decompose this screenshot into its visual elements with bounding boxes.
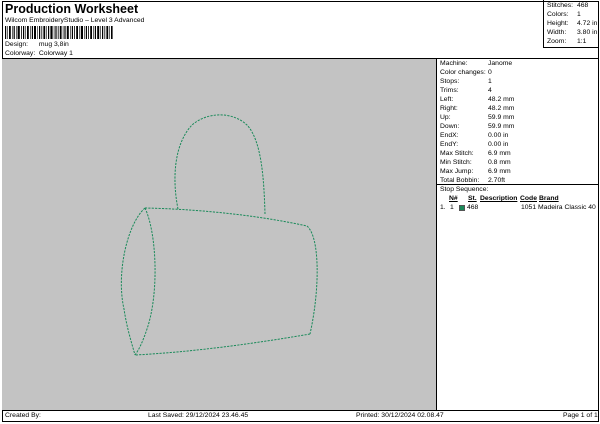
thread-color-swatch xyxy=(459,205,465,211)
info-row: EndX: 0.00 in xyxy=(440,132,508,139)
info-label: EndX: xyxy=(440,132,459,139)
sequence-divider xyxy=(437,184,599,185)
info-label: Trims: xyxy=(440,87,459,94)
col-st: St. xyxy=(468,195,477,202)
mug-opening-inner xyxy=(134,207,156,356)
info-row: Machine: Janome xyxy=(440,60,512,67)
info-label: Max Jump: xyxy=(440,168,474,175)
seq-row-number: 1. xyxy=(440,204,446,211)
seq-row-brand: Madeira Classic 40 xyxy=(538,204,596,211)
info-value: 0.00 in xyxy=(488,132,509,139)
info-label: Color changes: xyxy=(440,69,486,76)
info-row: Max Stitch: 6.9 mm xyxy=(440,150,511,157)
info-label: Down: xyxy=(440,123,460,130)
info-row: Total Bobbin: 2.70ft xyxy=(440,177,505,184)
zoom-label: Zoom: xyxy=(547,38,567,45)
design-preview xyxy=(2,59,436,410)
info-label: Total Bobbin: xyxy=(440,177,480,184)
info-label: Max Stitch: xyxy=(440,150,474,157)
panel-divider xyxy=(436,59,437,410)
info-row: Max Jump: 6.9 mm xyxy=(440,168,511,175)
mug-bottom-edge xyxy=(134,333,311,356)
info-value: 59.9 mm xyxy=(488,114,515,121)
width-label: Width: xyxy=(547,29,567,36)
info-label: Machine: xyxy=(440,60,468,67)
height-row: Height: 4.72 in xyxy=(547,20,597,27)
width-value: 3.80 in xyxy=(577,29,598,36)
colorway-row: Colorway: Colorway 1 xyxy=(5,50,73,57)
info-value: 6.9 mm xyxy=(488,168,511,175)
stop-sequence-title: Stop Sequence: xyxy=(440,186,489,193)
height-label: Height: xyxy=(547,20,569,27)
info-value: 48.2 mm xyxy=(488,96,515,103)
colors-row: Colors: 1 xyxy=(547,11,581,18)
design-label: Design: xyxy=(5,41,29,48)
info-row: Down: 59.9 mm xyxy=(440,123,514,130)
width-row: Width: 3.80 in xyxy=(547,29,597,36)
height-value: 4.72 in xyxy=(577,20,598,27)
col-description: Description xyxy=(480,195,518,202)
col-code: Code xyxy=(520,195,537,202)
info-value: 0.00 in xyxy=(488,141,509,148)
info-label: Stops: xyxy=(440,78,460,85)
info-row: Up: 59.9 mm xyxy=(440,114,514,121)
mug-opening-outer xyxy=(120,207,146,356)
info-row: Left: 48.2 mm xyxy=(440,96,514,103)
software-name: Wilcom EmbroideryStudio – Level 3 Advanc… xyxy=(5,17,145,24)
info-value: 48.2 mm xyxy=(488,105,515,112)
col-brand: Brand xyxy=(539,195,559,202)
mug-handle-path xyxy=(174,114,266,215)
stitches-label: Stitches: xyxy=(547,2,574,9)
info-value: 4 xyxy=(488,87,492,94)
page-number: Page 1 of 1 xyxy=(563,412,598,419)
barcode-icon xyxy=(5,26,113,39)
zoom-value: 1:1 xyxy=(577,38,587,45)
stitches-row: Stitches: 468 xyxy=(547,2,588,9)
info-value: Janome xyxy=(488,60,513,67)
info-row: Min Stitch: 0.8 mm xyxy=(440,159,511,166)
colorway-label: Colorway: xyxy=(5,50,36,57)
info-value: 0 xyxy=(488,69,492,76)
info-label: EndY: xyxy=(440,141,459,148)
created-by: Created By: xyxy=(5,412,41,419)
info-label: Up: xyxy=(440,114,451,121)
worksheet-title: Production Worksheet xyxy=(5,2,139,16)
info-value: 6.9 mm xyxy=(488,150,511,157)
stats-box: Stitches: 468 Colors: 1 Height: 4.72 in Wid… xyxy=(543,0,599,48)
info-row: Stops: 1 xyxy=(440,78,492,85)
seq-row-stitches: 468 xyxy=(467,204,479,211)
info-label: Right: xyxy=(440,105,458,112)
info-label: Left: xyxy=(440,96,454,103)
info-row: Trims: 4 xyxy=(440,87,492,94)
info-row: Color changes: 0 xyxy=(440,69,492,76)
mug-design-outline xyxy=(120,114,318,356)
info-row: EndY: 0.00 in xyxy=(440,141,508,148)
colors-value: 1 xyxy=(577,11,581,18)
col-n: N# xyxy=(449,195,458,202)
zoom-row: Zoom: 1:1 xyxy=(547,38,586,45)
footer-divider xyxy=(2,410,599,411)
info-value: 2.70ft xyxy=(488,177,506,184)
colors-label: Colors: xyxy=(547,11,569,18)
last-saved: Last Saved: 29/12/2024 23.46.45 xyxy=(148,412,249,419)
printed-date: Printed: 30/12/2024 02.08.47 xyxy=(356,412,444,419)
stitches-value: 468 xyxy=(577,2,589,9)
info-row: Right: 48.2 mm xyxy=(440,105,514,112)
design-row: Design: mug 3,8in xyxy=(5,41,69,48)
seq-row-code: 1051 xyxy=(521,204,537,211)
info-value: 59.9 mm xyxy=(488,123,515,130)
mug-top-edge xyxy=(144,207,308,227)
mug-right-side xyxy=(306,225,318,335)
info-value: 0.8 mm xyxy=(488,159,511,166)
colorway-value: Colorway 1 xyxy=(38,50,73,57)
info-value: 1 xyxy=(488,78,492,85)
info-label: Min Stitch: xyxy=(440,159,472,166)
design-value: mug 3,8in xyxy=(38,41,69,48)
seq-row-n: 1 xyxy=(450,204,454,211)
